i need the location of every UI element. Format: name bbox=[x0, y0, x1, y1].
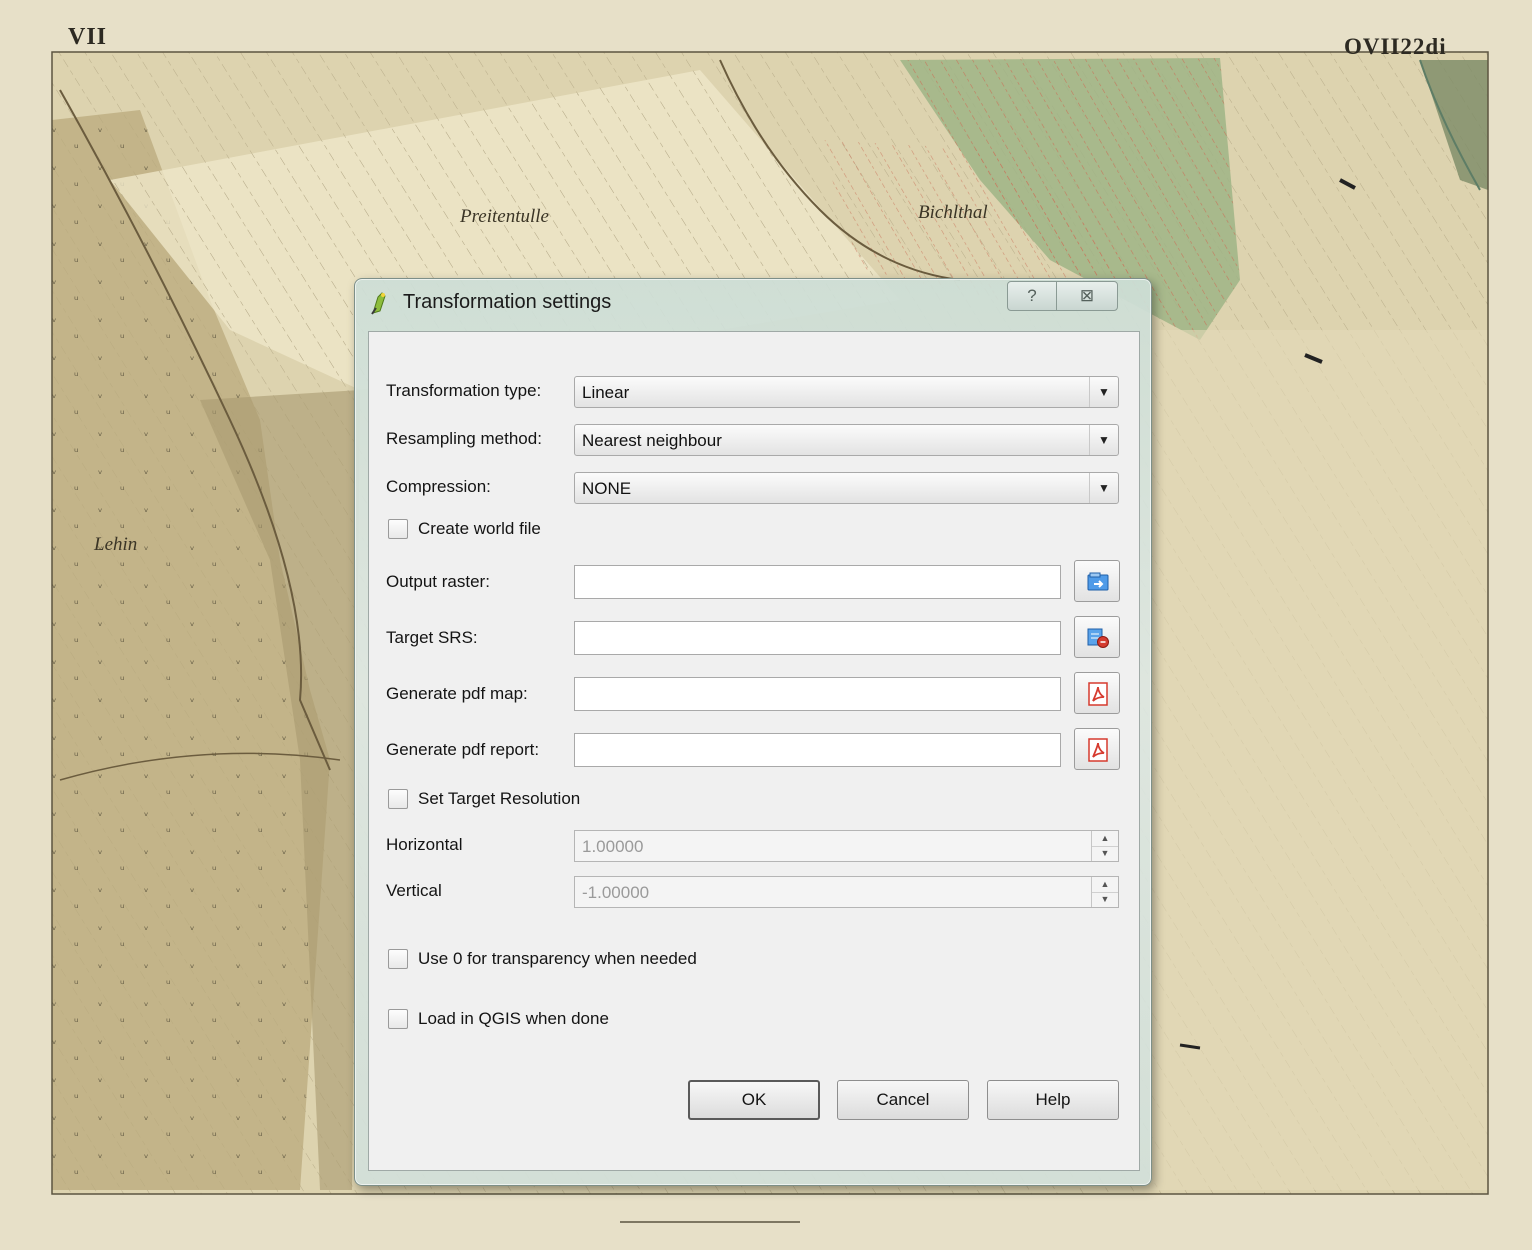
select-srs-button[interactable] bbox=[1074, 616, 1120, 658]
close-icon: ⊠ bbox=[1079, 286, 1095, 305]
use-zero-transparency-label[interactable]: Use 0 for transparency when needed bbox=[418, 949, 697, 969]
spin-up-icon[interactable]: ▲ bbox=[1092, 831, 1118, 847]
map-sheet-number-right: OVII22di bbox=[1344, 34, 1447, 59]
question-mark-icon: ? bbox=[1027, 286, 1037, 305]
horizontal-spinbox[interactable]: 1.00000 ▲ ▼ bbox=[574, 830, 1119, 862]
output-raster-label: Output raster: bbox=[386, 572, 490, 591]
transformation-settings-dialog: Transformation settings ? ⊠ Transformati… bbox=[354, 278, 1152, 1186]
select-crs-icon bbox=[1087, 628, 1109, 648]
dialog-titlebar[interactable]: Transformation settings ? ⊠ bbox=[355, 279, 1151, 329]
chevron-down-icon[interactable]: ▼ bbox=[1089, 425, 1118, 455]
ok-button[interactable]: OK bbox=[688, 1080, 820, 1120]
dialog-client-area: Transformation type: Linear ▼ Resampling… bbox=[368, 331, 1140, 1171]
close-button[interactable]: ⊠ bbox=[1056, 281, 1118, 311]
cancel-button[interactable]: Cancel bbox=[837, 1080, 969, 1120]
resampling-method-value: Nearest neighbour bbox=[582, 431, 722, 450]
compression-value: NONE bbox=[582, 479, 632, 498]
generate-pdf-map-label: Generate pdf map: bbox=[386, 684, 528, 703]
chevron-down-icon[interactable]: ▼ bbox=[1089, 377, 1118, 407]
vertical-spinbox[interactable]: -1.00000 ▲ ▼ bbox=[574, 876, 1119, 908]
qgis-app-icon bbox=[371, 292, 386, 315]
map-place-name: Lehin bbox=[94, 534, 138, 555]
transformation-type-label: Transformation type: bbox=[386, 381, 542, 400]
map-place-name: Preitentulle bbox=[460, 206, 549, 227]
pdf-icon bbox=[1088, 682, 1108, 706]
pdf-icon bbox=[1088, 738, 1108, 762]
browse-output-raster-button[interactable] bbox=[1074, 560, 1120, 602]
map-sheet-number-left: VII bbox=[68, 24, 108, 50]
open-file-icon bbox=[1087, 572, 1109, 591]
vertical-stepper[interactable]: ▲ ▼ bbox=[1091, 877, 1118, 907]
vertical-label: Vertical bbox=[386, 881, 442, 900]
generate-pdf-map-input[interactable] bbox=[574, 677, 1061, 711]
load-in-qgis-checkbox[interactable] bbox=[388, 1009, 408, 1029]
transformation-type-value: Linear bbox=[582, 383, 630, 402]
spin-down-icon[interactable]: ▼ bbox=[1092, 892, 1118, 907]
horizontal-label: Horizontal bbox=[386, 835, 463, 854]
spin-up-icon[interactable]: ▲ bbox=[1092, 877, 1118, 893]
help-title-button[interactable]: ? bbox=[1007, 281, 1057, 311]
set-target-resolution-checkbox[interactable] bbox=[388, 789, 408, 809]
use-zero-transparency-checkbox[interactable] bbox=[388, 949, 408, 969]
dialog-title: Transformation settings bbox=[403, 291, 612, 313]
create-world-file-label[interactable]: Create world file bbox=[418, 519, 541, 539]
create-world-file-checkbox[interactable] bbox=[388, 519, 408, 539]
help-button[interactable]: Help bbox=[987, 1080, 1119, 1120]
generate-pdf-report-input[interactable] bbox=[574, 733, 1061, 767]
compression-label: Compression: bbox=[386, 477, 491, 496]
output-raster-input[interactable] bbox=[574, 565, 1061, 599]
target-srs-label: Target SRS: bbox=[386, 628, 478, 647]
horizontal-value: 1.00000 bbox=[582, 837, 644, 856]
browse-pdf-map-button[interactable] bbox=[1074, 672, 1120, 714]
browse-pdf-report-button[interactable] bbox=[1074, 728, 1120, 770]
horizontal-stepper[interactable]: ▲ ▼ bbox=[1091, 831, 1118, 861]
compression-select[interactable]: NONE ▼ bbox=[574, 472, 1119, 504]
transformation-type-select[interactable]: Linear ▼ bbox=[574, 376, 1119, 408]
generate-pdf-report-label: Generate pdf report: bbox=[386, 740, 540, 759]
spin-down-icon[interactable]: ▼ bbox=[1092, 846, 1118, 861]
chevron-down-icon[interactable]: ▼ bbox=[1089, 473, 1118, 503]
resampling-method-label: Resampling method: bbox=[386, 429, 542, 448]
set-target-resolution-label[interactable]: Set Target Resolution bbox=[418, 789, 580, 809]
target-srs-input[interactable] bbox=[574, 621, 1061, 655]
vertical-value: -1.00000 bbox=[582, 883, 650, 902]
load-in-qgis-label[interactable]: Load in QGIS when done bbox=[418, 1009, 609, 1029]
map-place-name: Bichlthal bbox=[918, 202, 988, 223]
resampling-method-select[interactable]: Nearest neighbour ▼ bbox=[574, 424, 1119, 456]
